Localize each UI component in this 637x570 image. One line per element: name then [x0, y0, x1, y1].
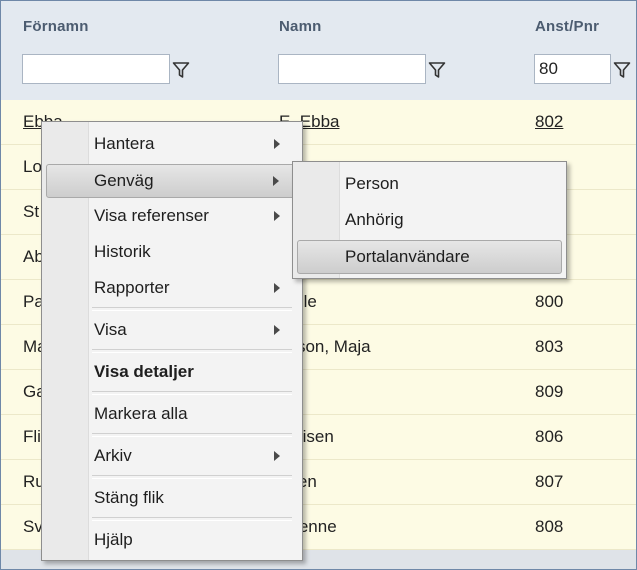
chevron-right-icon	[274, 139, 280, 149]
menu-item-hjalp[interactable]: Hjälp	[46, 523, 298, 557]
menu-separator	[92, 307, 292, 311]
cell-anst-pnr: 809	[535, 382, 564, 401]
menu-item-label: Person	[345, 174, 399, 193]
chevron-right-icon	[273, 176, 279, 186]
menu-item-arkiv[interactable]: Arkiv	[46, 439, 298, 473]
menu-item-label: Portalanvändare	[345, 247, 470, 266]
menu-item-genvag[interactable]: Genväg	[46, 164, 298, 198]
cell-anst-pnr: 806	[535, 427, 564, 446]
submenu-genvag: Person Anhörig Portalanvändare	[292, 161, 567, 279]
menu-item-label: Visa	[94, 320, 127, 339]
filter-input-fornamn[interactable]	[22, 54, 170, 84]
menu-item-label: Markera alla	[94, 404, 188, 423]
menu-item-visa-referenser[interactable]: Visa referenser	[46, 199, 298, 233]
chevron-right-icon	[274, 211, 280, 221]
cell-anst-pnr[interactable]: 802	[535, 112, 563, 132]
menu-item-historik[interactable]: Historik	[46, 235, 298, 269]
cell-fornamn: Fli	[23, 427, 41, 446]
menu-item-stang-flik[interactable]: Stäng flik	[46, 481, 298, 515]
cell-anst-pnr: 803	[535, 337, 564, 356]
filter-funnel-icon[interactable]	[613, 61, 631, 79]
menu-item-label: Genväg	[94, 171, 154, 190]
context-menu: Hantera Genväg Visa referenser Historik …	[41, 121, 303, 561]
cell-fornamn: Sv	[23, 517, 43, 536]
cell-anst-pnr: 807	[535, 472, 564, 491]
menu-separator	[92, 349, 292, 353]
grid-frame: Förnamn Namn Anst/Pnr Ebba E, Ebba 802 L…	[0, 0, 637, 570]
cell-fornamn: St	[23, 202, 40, 221]
cell-anst-pnr: 808	[535, 517, 564, 536]
menu-item-visa-detaljer[interactable]: Visa detaljer	[46, 355, 298, 389]
submenu-item-anhorig[interactable]: Anhörig	[297, 203, 562, 237]
menu-item-label: Visa referenser	[94, 206, 209, 225]
menu-item-markera-alla[interactable]: Markera alla	[46, 397, 298, 431]
submenu-item-person[interactable]: Person	[297, 167, 562, 201]
chevron-right-icon	[274, 283, 280, 293]
menu-item-hantera[interactable]: Hantera	[46, 127, 298, 161]
menu-separator	[92, 433, 292, 437]
menu-item-rapporter[interactable]: Rapporter	[46, 271, 298, 305]
menu-item-label: Visa detaljer	[94, 362, 194, 381]
menu-separator	[92, 517, 292, 521]
filter-input-anst-pnr[interactable]	[534, 54, 611, 84]
menu-item-label: Historik	[94, 242, 151, 261]
filter-input-namn[interactable]	[278, 54, 426, 84]
menu-item-label: Arkiv	[94, 446, 132, 465]
menu-item-label: Anhörig	[345, 210, 404, 229]
cell-fornamn: Lo	[23, 157, 42, 176]
menu-item-label: Rapporter	[94, 278, 170, 297]
chevron-right-icon	[274, 451, 280, 461]
cell-anst-pnr: 800	[535, 292, 564, 311]
menu-separator	[92, 475, 292, 479]
menu-item-visa[interactable]: Visa	[46, 313, 298, 347]
menu-item-label: Stäng flik	[94, 488, 164, 507]
filter-funnel-icon[interactable]	[428, 61, 446, 79]
column-header-namn[interactable]: Namn	[279, 18, 321, 35]
column-header-anst-pnr[interactable]: Anst/Pnr	[535, 18, 599, 35]
chevron-right-icon	[274, 325, 280, 335]
column-header-fornamn[interactable]: Förnamn	[23, 18, 89, 35]
menu-item-label: Hantera	[94, 134, 155, 153]
grid-header: Förnamn Namn Anst/Pnr	[1, 1, 636, 100]
menu-item-label: Hjälp	[94, 530, 133, 549]
submenu-item-portalanvandare[interactable]: Portalanvändare	[297, 240, 562, 274]
filter-funnel-icon[interactable]	[172, 61, 190, 79]
menu-separator	[92, 391, 292, 395]
